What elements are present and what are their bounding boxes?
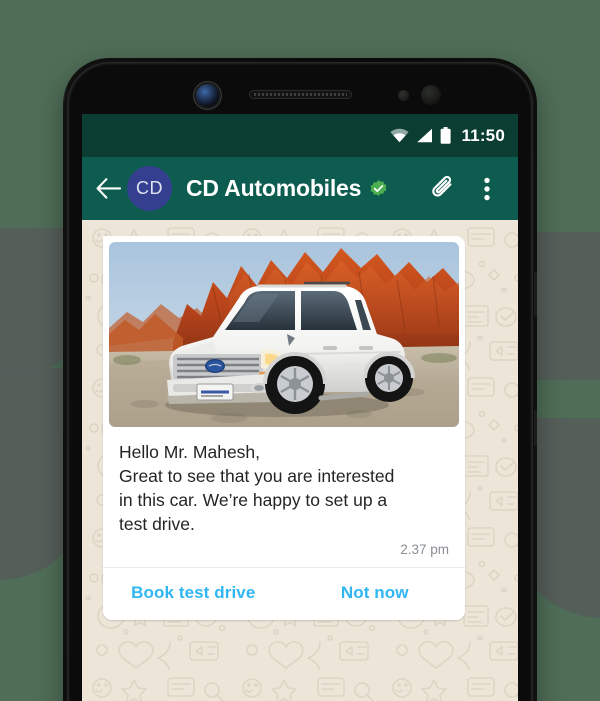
volume-button[interactable] <box>534 410 537 446</box>
ambient-light-sensor <box>421 85 441 105</box>
message-media-container <box>103 236 465 427</box>
verified-badge-icon <box>370 180 387 197</box>
phone-top-bezel <box>63 58 537 114</box>
power-button[interactable] <box>534 272 537 316</box>
contact-name: CD Automobiles <box>186 175 362 201</box>
back-button[interactable] <box>93 174 123 204</box>
message-timestamp: 2.37 pm <box>400 542 449 557</box>
earpiece-speaker <box>249 90 352 99</box>
message-text: Hello Mr. Mahesh, Great to see that you … <box>103 427 465 536</box>
wifi-icon <box>390 128 410 143</box>
message-line: test drive. <box>119 514 195 534</box>
cellular-signal-icon <box>417 128 433 143</box>
attach-button[interactable] <box>426 172 460 206</box>
message-line: Hello Mr. Mahesh, <box>119 442 261 462</box>
back-arrow-icon <box>96 178 121 199</box>
overflow-menu-button[interactable] <box>470 172 504 206</box>
status-bar: 11:50 <box>82 114 518 157</box>
phone-device-frame: 11:50 CD CD Automobiles Hello Mr. Mahesh… <box>63 58 537 701</box>
contact-info[interactable]: CD Automobiles <box>186 175 426 202</box>
phone-screen: 11:50 CD CD Automobiles Hello Mr. Mahesh… <box>82 114 518 701</box>
car-photo[interactable] <box>109 242 459 427</box>
message-action-row: Book test drive Not now <box>103 567 465 620</box>
overflow-menu-icon <box>484 177 490 200</box>
message-bubble: Hello Mr. Mahesh, Great to see that you … <box>103 236 465 620</box>
chat-message-area: Hello Mr. Mahesh, Great to see that you … <box>82 220 518 701</box>
message-line: in this car. We’re happy to set up a <box>119 490 388 510</box>
status-bar-clock: 11:50 <box>461 125 505 145</box>
proximity-sensor <box>398 90 409 101</box>
avatar[interactable]: CD <box>127 166 172 211</box>
avatar-initials: CD <box>136 178 163 198</box>
chat-header: CD CD Automobiles <box>82 157 518 220</box>
screenshot-stage: 11:50 CD CD Automobiles Hello Mr. Mahesh… <box>0 0 600 701</box>
paperclip-icon <box>431 175 451 197</box>
battery-icon <box>441 127 452 144</box>
message-line: Great to see that you are interested <box>119 466 395 486</box>
front-camera-icon <box>196 84 219 107</box>
not-now-button[interactable]: Not now <box>284 568 465 620</box>
book-test-drive-button[interactable]: Book test drive <box>103 568 284 620</box>
